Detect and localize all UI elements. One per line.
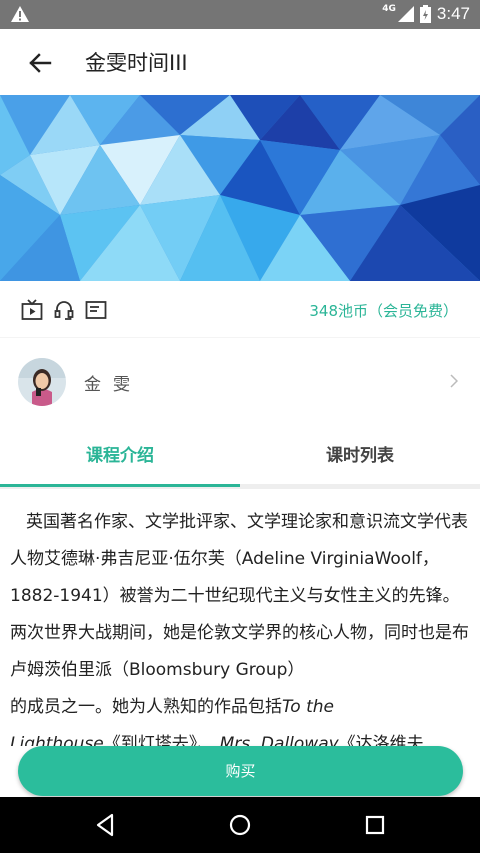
battery-icon bbox=[419, 5, 431, 23]
back-arrow-icon[interactable] bbox=[26, 49, 54, 77]
system-nav-bar bbox=[0, 797, 480, 853]
description-line: 的成员之一。她为人熟知的作品包括 bbox=[10, 697, 282, 717]
chevron-right-icon bbox=[450, 374, 458, 388]
status-bar: 4G 3:47 bbox=[0, 0, 480, 29]
text-icon bbox=[85, 301, 107, 319]
teacher-row[interactable]: 金雯 bbox=[0, 337, 480, 425]
status-time: 3:47 bbox=[436, 4, 470, 23]
book-title-en: To the bbox=[282, 697, 334, 717]
nav-home-icon[interactable] bbox=[226, 811, 254, 839]
book-title-en: Mrs. Dalloway bbox=[219, 734, 339, 746]
teacher-name: 金雯 bbox=[84, 375, 142, 395]
description-line: 英国著名作家、文学批评家、文学理论家和意识流文学 bbox=[26, 512, 434, 532]
audio-icon bbox=[54, 301, 74, 320]
book-title-en: Lighthouse bbox=[10, 734, 104, 746]
book-title-cn: 《到灯塔去》、 bbox=[103, 734, 215, 746]
page-title: 金雯时间III bbox=[85, 51, 188, 75]
tab-lesson-list[interactable]: 课时列表 bbox=[240, 425, 480, 484]
warning-icon bbox=[11, 6, 29, 22]
signal-icon bbox=[397, 6, 414, 22]
nav-back-icon[interactable] bbox=[92, 811, 120, 839]
course-banner-image bbox=[0, 95, 480, 281]
course-tabs: 课程介绍 课时列表 bbox=[0, 425, 480, 489]
course-price: 348池币（会员免费） bbox=[309, 302, 458, 320]
book-title-cn: 《达洛维夫 bbox=[338, 734, 424, 746]
course-description: 英国著名作家、文学批评家、文学理论家和意识流文学代表人物艾德琳·弗吉尼亚·伍尔芙… bbox=[0, 494, 480, 746]
nav-recents-icon[interactable] bbox=[361, 811, 389, 839]
app-bar: 金雯时间III bbox=[0, 29, 480, 95]
tab-course-intro[interactable]: 课程介绍 bbox=[0, 425, 240, 487]
video-icon bbox=[21, 299, 43, 320]
buy-button[interactable]: 购买 bbox=[18, 746, 463, 796]
course-info-row: 348池币（会员免费） bbox=[0, 281, 480, 337]
network-type: 4G bbox=[382, 4, 396, 14]
teacher-avatar bbox=[18, 358, 66, 406]
